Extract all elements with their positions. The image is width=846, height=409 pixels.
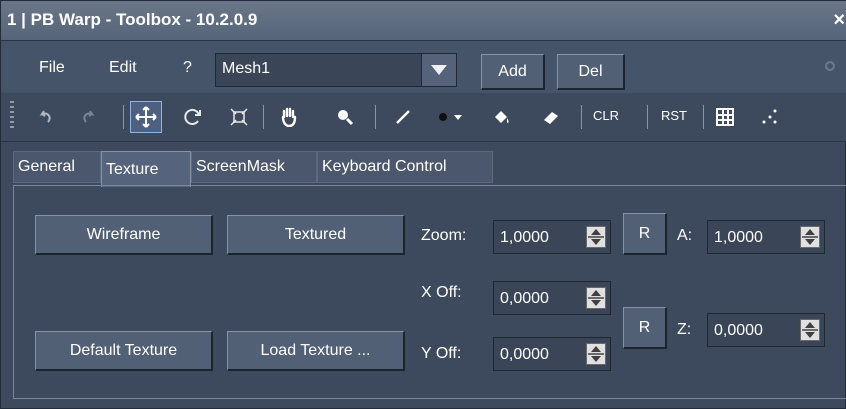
- clear-button[interactable]: CLR: [593, 108, 619, 123]
- a-spin-arrows-icon[interactable]: [800, 226, 820, 248]
- yoff-spinner[interactable]: 0,0000: [493, 337, 611, 371]
- status-dot-icon: [825, 61, 835, 71]
- xoff-label: X Off:: [421, 284, 462, 301]
- z-spinner[interactable]: 0,0000: [707, 313, 825, 347]
- add-mesh-button[interactable]: Add: [481, 54, 545, 90]
- wireframe-button[interactable]: Wireframe: [35, 215, 213, 255]
- line-icon[interactable]: [387, 101, 419, 133]
- yoff-value: 0,0000: [500, 346, 549, 363]
- mesh-select[interactable]: Mesh1: [215, 53, 457, 87]
- menu-file[interactable]: File: [39, 59, 65, 77]
- z-label: Z:: [677, 321, 692, 338]
- points-icon[interactable]: [753, 101, 785, 133]
- mesh-select-value: Mesh1: [222, 60, 271, 77]
- textured-button[interactable]: Textured: [227, 215, 405, 255]
- zoom-value: 1,0000: [500, 229, 549, 246]
- eraser-icon[interactable]: [535, 101, 567, 133]
- tab-general[interactable]: General: [13, 151, 101, 183]
- z-spin-arrows-icon[interactable]: [800, 319, 820, 341]
- offset-reset-button[interactable]: R: [623, 307, 667, 349]
- chevron-down-icon[interactable]: [421, 54, 456, 86]
- move-icon[interactable]: [130, 101, 162, 133]
- redo-icon[interactable]: [73, 101, 105, 133]
- tab-texture[interactable]: Texture: [101, 151, 191, 187]
- default-texture-button[interactable]: Default Texture: [35, 331, 213, 371]
- toolbar-grip[interactable]: [10, 101, 14, 131]
- hand-icon[interactable]: [273, 101, 305, 133]
- scale-icon[interactable]: [223, 101, 255, 133]
- tab-screenmask[interactable]: ScreenMask: [191, 151, 317, 183]
- z-value: 0,0000: [714, 322, 763, 339]
- a-value: 1,0000: [714, 229, 763, 246]
- menu-edit[interactable]: Edit: [109, 59, 137, 77]
- load-texture-button[interactable]: Load Texture ...: [227, 331, 405, 371]
- a-spinner[interactable]: 1,0000: [707, 220, 825, 254]
- undo-icon[interactable]: [29, 101, 61, 133]
- xoff-value: 0,0000: [500, 290, 549, 307]
- toolbar: CLR RST: [1, 93, 846, 142]
- yoff-spin-arrows-icon[interactable]: [586, 343, 606, 365]
- title-bar[interactable]: 1 | PB Warp - Toolbox - 10.2.0.9 ×: [1, 1, 846, 41]
- grid-icon[interactable]: [709, 101, 741, 133]
- xoff-spinner[interactable]: 0,0000: [493, 281, 611, 315]
- fill-icon[interactable]: [485, 101, 517, 133]
- zoom-icon[interactable]: [329, 101, 361, 133]
- zoom-label: Zoom:: [421, 227, 467, 244]
- xoff-spin-arrows-icon[interactable]: [586, 287, 606, 309]
- close-icon[interactable]: ×: [833, 9, 845, 32]
- rotate-icon[interactable]: [177, 101, 209, 133]
- zoom-spin-arrows-icon[interactable]: [586, 226, 606, 248]
- zoom-reset-button[interactable]: R: [623, 213, 667, 255]
- zoom-spinner[interactable]: 1,0000: [493, 220, 611, 254]
- menu-help[interactable]: ?: [183, 59, 192, 77]
- tab-keyboard-control[interactable]: Keyboard Control: [317, 151, 493, 183]
- yoff-label: Y Off:: [421, 345, 462, 362]
- brush-icon[interactable]: [433, 101, 465, 133]
- reset-button[interactable]: RST: [661, 108, 687, 123]
- toolbox-window: 1 | PB Warp - Toolbox - 10.2.0.9 × File …: [0, 0, 846, 409]
- window-title: 1 | PB Warp - Toolbox - 10.2.0.9: [7, 10, 258, 29]
- a-label: A:: [677, 227, 693, 244]
- delete-mesh-button[interactable]: Del: [557, 54, 625, 90]
